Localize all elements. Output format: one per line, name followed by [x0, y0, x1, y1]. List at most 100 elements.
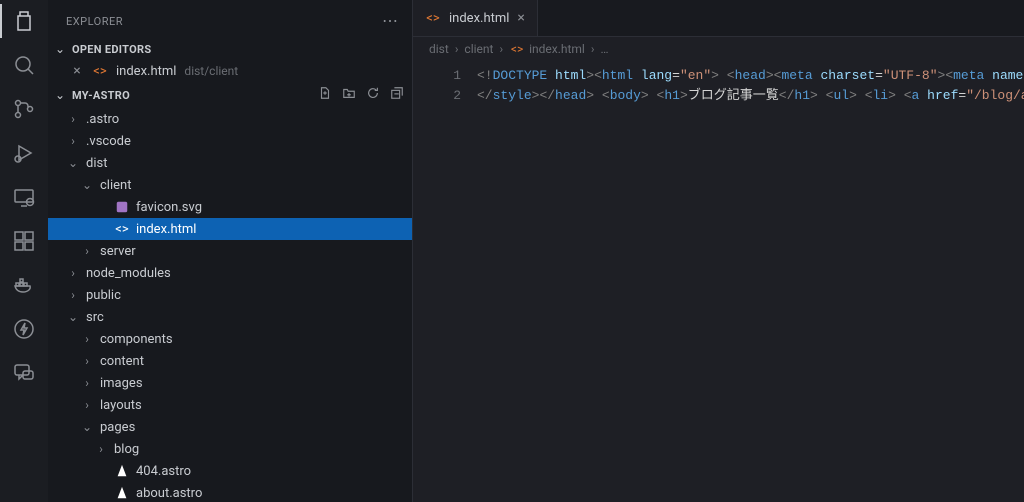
file-name: favicon.svg	[136, 200, 202, 215]
project-label: MY-ASTRO	[72, 89, 130, 102]
folder-row[interactable]: components	[48, 328, 412, 350]
sidebar: EXPLORER ⋯ OPEN EDITORS × <>index.html dis…	[48, 0, 413, 502]
folder-name: server	[100, 244, 136, 259]
folder-row[interactable]: .astro	[48, 108, 412, 130]
folder-name: dist	[86, 156, 107, 171]
editor-area: <>index.html× dist›client›<>index.html›……	[413, 0, 1024, 502]
chevron-right-icon	[66, 112, 80, 126]
folder-row[interactable]: src	[48, 306, 412, 328]
folder-row[interactable]: content	[48, 350, 412, 372]
sidebar-more-icon[interactable]: ⋯	[382, 13, 398, 29]
collapse-all-icon[interactable]	[390, 86, 404, 104]
file-row[interactable]: 404.astro	[48, 460, 412, 482]
folder-name: node_modules	[86, 266, 171, 281]
chevron-right-icon	[66, 134, 80, 148]
folder-name: .astro	[86, 112, 119, 127]
code-content[interactable]: </style></head> <body> <h1>ブログ記事一覧</h1> …	[477, 86, 1024, 106]
chevron-right-icon	[66, 266, 80, 280]
chevron-right-icon: ›	[499, 42, 503, 56]
tab-label: index.html	[449, 11, 509, 26]
file-name: index.html	[136, 222, 196, 237]
app-root: EXPLORER ⋯ OPEN EDITORS ×<>index.htmldis…	[0, 0, 1024, 502]
run-debug-icon[interactable]	[11, 140, 37, 166]
breadcrumb-item[interactable]: …	[600, 42, 608, 56]
chevron-right-icon	[80, 244, 94, 258]
close-icon[interactable]: ×	[70, 63, 84, 79]
breadcrumbs: dist › client › <>index.html › …	[413, 37, 1024, 62]
code-line[interactable]: 1<!DOCTYPE html><html lang="en"> <head><…	[413, 66, 1024, 86]
explorer-icon[interactable]	[11, 8, 37, 34]
folder-row[interactable]: blog	[48, 438, 412, 460]
open-editor-path: dist/client	[184, 64, 238, 78]
folder-name: content	[100, 354, 144, 369]
extensions-icon[interactable]	[11, 228, 37, 254]
file-row[interactable]: <>index.html	[48, 218, 412, 240]
chevron-right-icon	[80, 354, 94, 368]
file-name: 404.astro	[136, 464, 191, 479]
open-editors-list: ×<>index.htmldist/client	[48, 60, 412, 82]
folder-row[interactable]: public	[48, 284, 412, 306]
folder-name: layouts	[100, 398, 142, 413]
file-name: about.astro	[136, 486, 202, 501]
folder-row[interactable]: pages	[48, 416, 412, 438]
file-row[interactable]: favicon.svg	[48, 196, 412, 218]
line-number: 1	[413, 66, 477, 86]
folder-name: pages	[100, 420, 135, 435]
folder-row[interactable]: .vscode	[48, 130, 412, 152]
folder-name: public	[86, 288, 121, 303]
code-content[interactable]: <!DOCTYPE html><html lang="en"> <head><m…	[477, 66, 1024, 86]
code-line[interactable]: 2</style></head> <body> <h1>ブログ記事一覧</h1>…	[413, 86, 1024, 106]
close-icon[interactable]: ×	[517, 10, 524, 26]
chevron-down-icon	[80, 420, 94, 434]
feedback-icon[interactable]	[11, 360, 37, 386]
file-tree: .astro .vscode dist client favicon.svg <>inde…	[48, 108, 412, 502]
chevron-right-icon	[94, 442, 108, 456]
new-file-icon[interactable]	[318, 86, 332, 104]
open-editor-item[interactable]: ×<>index.htmldist/client	[48, 60, 412, 82]
folder-row[interactable]: node_modules	[48, 262, 412, 284]
folder-row[interactable]: client	[48, 174, 412, 196]
chevron-right-icon	[80, 376, 94, 390]
chevron-down-icon	[66, 310, 80, 324]
line-number: 2	[413, 86, 477, 106]
folder-row[interactable]: layouts	[48, 394, 412, 416]
folder-row[interactable]: dist	[48, 152, 412, 174]
docker-icon[interactable]	[11, 272, 37, 298]
open-editor-name: index.html	[116, 64, 176, 79]
folder-name: blog	[114, 442, 139, 457]
folder-name: images	[100, 376, 143, 391]
html-file-icon: <>	[509, 42, 525, 56]
chevron-right-icon: ›	[591, 42, 595, 56]
html-file-icon: <>	[425, 11, 441, 26]
search-icon[interactable]	[11, 52, 37, 78]
activity-bar	[0, 0, 48, 502]
folder-row[interactable]: images	[48, 372, 412, 394]
editor-tab[interactable]: <> index.html ×	[413, 0, 538, 36]
chevron-down-icon	[52, 42, 68, 56]
folder-name: client	[100, 178, 131, 193]
new-folder-icon[interactable]	[342, 86, 356, 104]
remote-explorer-icon[interactable]	[11, 184, 37, 210]
open-editors-header[interactable]: OPEN EDITORS	[48, 38, 412, 60]
breadcrumb-item[interactable]: client	[464, 42, 493, 56]
chevron-down-icon	[52, 88, 68, 102]
tab-bar: <> index.html ×	[413, 0, 1024, 37]
astro-file-icon	[114, 464, 130, 478]
chevron-down-icon	[66, 156, 80, 170]
sidebar-header: EXPLORER ⋯	[48, 0, 412, 38]
thunder-icon[interactable]	[11, 316, 37, 342]
breadcrumb-item[interactable]: dist	[429, 42, 449, 56]
breadcrumb-item[interactable]: <>index.html	[509, 42, 585, 56]
folder-name: components	[100, 332, 173, 347]
file-row[interactable]: about.astro	[48, 482, 412, 502]
chevron-right-icon: ›	[455, 42, 459, 56]
refresh-icon[interactable]	[366, 86, 380, 104]
open-editors-label: OPEN EDITORS	[72, 43, 151, 56]
folder-row[interactable]: server	[48, 240, 412, 262]
code-editor[interactable]: 1<!DOCTYPE html><html lang="en"> <head><…	[413, 62, 1024, 106]
source-control-icon[interactable]	[11, 96, 37, 122]
chevron-right-icon	[80, 398, 94, 412]
project-header[interactable]: MY-ASTRO	[48, 82, 412, 108]
chevron-right-icon	[66, 288, 80, 302]
svg-file-icon	[114, 200, 130, 214]
